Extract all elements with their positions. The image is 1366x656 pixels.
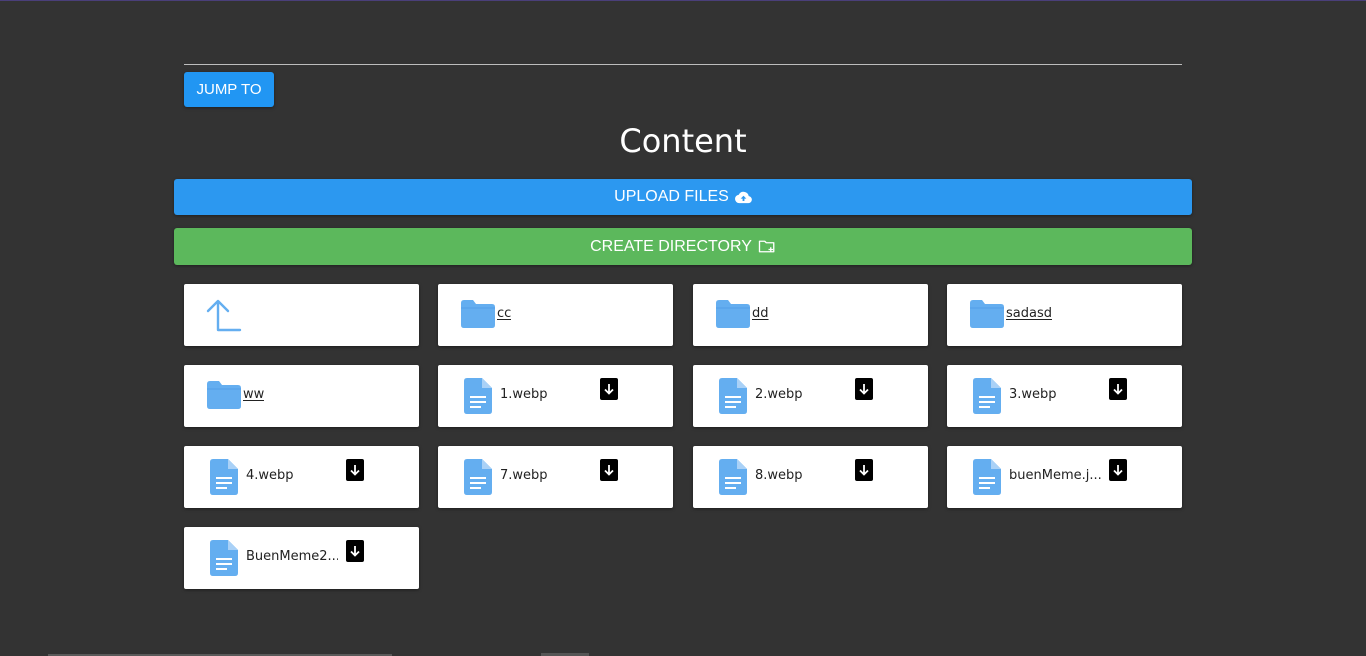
download-icon[interactable] — [1109, 459, 1127, 481]
jump-to-button[interactable]: JUMP TO — [184, 72, 274, 107]
folder-link[interactable]: ww — [243, 387, 264, 402]
file-tile[interactable]: BuenMeme2.... — [184, 527, 419, 589]
top-border — [0, 0, 1366, 1]
file-tile[interactable]: 3.webp — [947, 365, 1182, 427]
file-name: 4.webp — [246, 468, 294, 483]
file-tile[interactable]: 8.webp — [693, 446, 928, 508]
jump-input-underline[interactable] — [184, 64, 1182, 65]
create-directory-label: CREATE DIRECTORY — [590, 237, 752, 255]
folder-icon — [206, 380, 242, 415]
file-name: 2.webp — [755, 387, 803, 402]
folder-icon — [969, 299, 1005, 334]
file-icon — [973, 378, 1001, 419]
download-icon[interactable] — [600, 378, 618, 400]
folder-icon — [715, 299, 751, 334]
upload-files-label: UPLOAD FILES — [614, 188, 729, 205]
file-icon — [719, 459, 747, 500]
file-icon — [464, 459, 492, 500]
file-icon — [210, 459, 238, 500]
download-icon[interactable] — [346, 459, 364, 481]
folder-link[interactable]: dd — [752, 306, 769, 321]
file-name: BuenMeme2.... — [246, 549, 338, 564]
download-icon[interactable] — [855, 459, 873, 481]
file-tile[interactable]: buenMeme.j... — [947, 446, 1182, 508]
create-directory-button[interactable]: CREATE DIRECTORY — [174, 228, 1192, 265]
file-icon — [210, 540, 238, 581]
parent-directory-tile[interactable] — [184, 284, 419, 346]
file-tile[interactable]: 2.webp — [693, 365, 928, 427]
folder-tile[interactable]: sadasd — [947, 284, 1182, 346]
file-name: 1.webp — [500, 387, 548, 402]
folder-plus-icon — [758, 240, 775, 253]
file-name: buenMeme.j... — [1009, 468, 1101, 483]
file-icon — [973, 459, 1001, 500]
folder-link[interactable]: sadasd — [1006, 306, 1052, 321]
file-icon — [464, 378, 492, 419]
download-icon[interactable] — [1109, 378, 1127, 400]
file-name: 3.webp — [1009, 387, 1057, 402]
page-title: Content — [619, 122, 747, 160]
folder-icon — [460, 299, 496, 334]
download-icon[interactable] — [600, 459, 618, 481]
file-tile[interactable]: 7.webp — [438, 446, 673, 508]
file-tile[interactable]: 1.webp — [438, 365, 673, 427]
cloud-upload-icon — [734, 191, 752, 203]
download-icon[interactable] — [346, 540, 364, 562]
download-icon[interactable] — [855, 378, 873, 400]
file-name: 7.webp — [500, 468, 548, 483]
folder-tile[interactable]: ww — [184, 365, 419, 427]
folder-tile[interactable]: cc — [438, 284, 673, 346]
folder-tile[interactable]: dd — [693, 284, 928, 346]
upload-files-button[interactable]: UPLOAD FILES — [174, 179, 1192, 215]
arrow-up-left-icon — [204, 298, 242, 337]
file-icon — [719, 378, 747, 419]
file-name: 8.webp — [755, 468, 803, 483]
file-tile[interactable]: 4.webp — [184, 446, 419, 508]
folder-link[interactable]: cc — [497, 306, 511, 321]
